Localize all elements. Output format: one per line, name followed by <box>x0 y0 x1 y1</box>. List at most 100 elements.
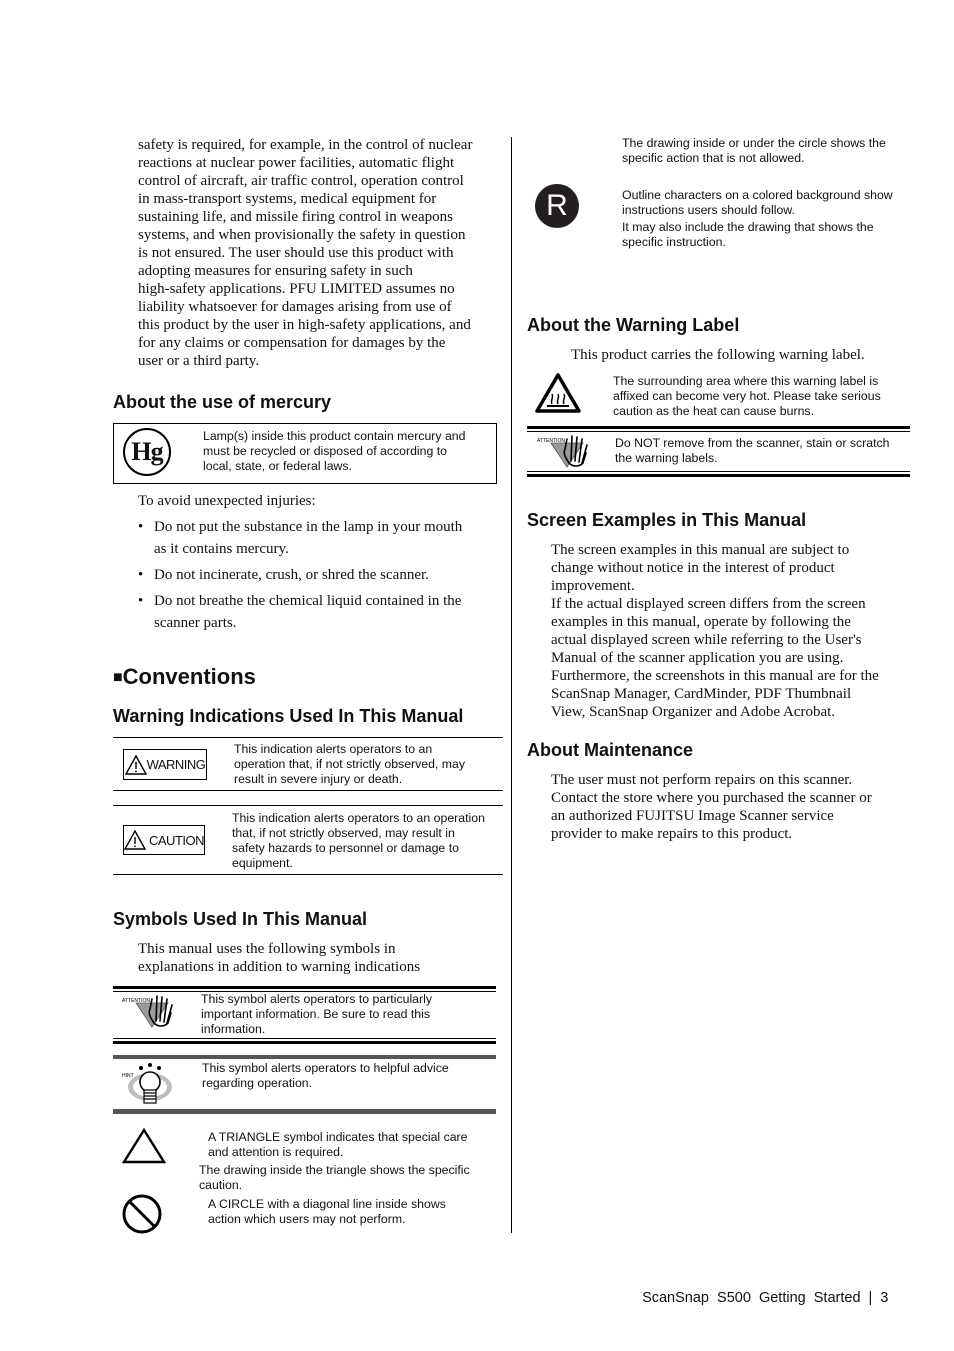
text-line: liability whatsoever for damages arising… <box>138 299 452 315</box>
text-line: This symbol alerts operators to helpful … <box>202 1061 449 1075</box>
rule <box>527 431 910 432</box>
text-line: provider to make repairs to this product… <box>551 826 793 842</box>
text-line: local, state, or federal laws. <box>203 459 352 473</box>
mercury-box: Hg Lamp(s) inside this product contain m… <box>113 423 497 484</box>
square-bullet-icon: ■ <box>113 669 123 686</box>
symbols-intro: This manual uses the following symbols i… <box>138 940 508 976</box>
text-line: safety is required, for example, in the … <box>138 137 473 153</box>
text-line: This symbol alerts operators to particul… <box>201 992 432 1006</box>
mercury-box-text: Lamp(s) inside this product contain merc… <box>203 429 493 474</box>
mercury-bullet-list: Do not put the substance in the lamp in … <box>138 516 508 638</box>
text-line: as it contains mercury. <box>154 541 289 557</box>
text-line: equipment. <box>232 856 293 870</box>
triangle-description: A TRIANGLE symbol indicates that special… <box>208 1130 498 1160</box>
caution-label-box: CAUTION <box>123 825 205 855</box>
text-line: actual displayed screen while referring … <box>551 632 862 648</box>
hg-icon-text: Hg <box>131 437 163 466</box>
text-line: an authorized FUJITSU Image Scanner serv… <box>551 808 834 824</box>
label-attention-description: Do NOT remove from the scanner, stain or… <box>615 436 915 466</box>
mercury-heading: About the use of mercury <box>113 392 332 412</box>
text-line: result in severe injury or death. <box>234 772 403 786</box>
footer-separator: | <box>868 1290 873 1306</box>
label-attention-icon: ATTENTION <box>535 433 595 471</box>
rule <box>113 805 503 806</box>
text-line: This indication alerts operators to an <box>234 742 433 756</box>
prohibition-circle-icon <box>122 1194 162 1234</box>
page-footer: ScanSnap S500 Getting Started | 3 <box>634 1274 888 1306</box>
caution-triangle-icon <box>124 830 146 850</box>
text-line: Do NOT remove from the scanner, stain or… <box>615 436 890 450</box>
text-line: View, ScanSnap Organizer and Adobe Acrob… <box>551 704 836 720</box>
text-line: specific action that is not allowed. <box>622 151 805 165</box>
text-line: Contact the store where you purchased th… <box>551 790 872 806</box>
mercury-bullet: Do not breathe the chemical liquid conta… <box>138 590 508 634</box>
hint-description: This symbol alerts operators to helpful … <box>202 1061 496 1091</box>
symbols-heading: Symbols Used In This Manual <box>113 909 368 929</box>
conventions-heading: ■Conventions <box>113 664 256 690</box>
text-line: adopting measures for ensuring safety in… <box>138 263 413 279</box>
warning-description: This indication alerts operators to an op… <box>234 742 504 787</box>
triangle-followup: The drawing inside the triangle shows th… <box>199 1163 499 1193</box>
text-line: Manual of the scanner application you ar… <box>551 650 844 666</box>
warning-triangle-icon <box>124 754 147 775</box>
intro-paragraph: safety is required, for example, in the … <box>138 136 508 370</box>
rule <box>113 1038 496 1039</box>
text-line: scanner parts. <box>154 615 237 631</box>
text-line: Lamp(s) inside this product contain merc… <box>203 429 466 443</box>
rule <box>113 874 503 875</box>
text-line: The user must not perform repairs on thi… <box>551 772 853 788</box>
circle-followup: The drawing inside or under the circle s… <box>622 136 922 166</box>
text-line: information. <box>201 1022 266 1036</box>
rule <box>113 1055 496 1059</box>
conventions-heading-text: Conventions <box>122 664 256 689</box>
mercury-lead: To avoid unexpected injuries: <box>138 493 316 509</box>
hint-icon: HINT <box>120 1061 176 1107</box>
rule <box>113 1109 496 1114</box>
text-line: change without notice in the interest of… <box>551 560 835 576</box>
page-number: 3 <box>880 1290 889 1306</box>
text-line: important information. Be sure to read t… <box>201 1007 430 1021</box>
rule <box>113 790 503 791</box>
text-line: affixed can become very hot. Please take… <box>613 389 881 403</box>
caution-description: This indication alerts operators to an o… <box>232 811 504 871</box>
maintenance-heading: About Maintenance <box>527 740 694 760</box>
hot-surface-icon <box>535 373 581 413</box>
text-line: Do not breathe the chemical liquid conta… <box>154 593 462 609</box>
text-line: sustaining life, and missile firing cont… <box>138 209 453 225</box>
rule <box>113 1041 496 1044</box>
text-line: A TRIANGLE symbol indicates that special… <box>208 1130 468 1144</box>
text-line: This manual uses the following symbols i… <box>138 941 396 957</box>
rule <box>527 426 910 429</box>
mercury-bullet: Do not incinerate, crush, or shred the s… <box>138 564 508 586</box>
text-line: The drawing inside or under the circle s… <box>622 136 886 150</box>
maintenance-paragraph: The user must not perform repairs on thi… <box>551 771 921 843</box>
attention-icon: ATTENTION <box>120 993 180 1031</box>
warning-indications-heading: Warning Indications Used In This Manual <box>113 706 464 726</box>
text-line: instructions users should follow. <box>622 203 795 217</box>
mercury-hg-icon: Hg <box>123 428 171 476</box>
rule <box>113 737 503 738</box>
text-line: It may also include the drawing that sho… <box>622 220 874 234</box>
warning-label-box: WARNING <box>123 749 207 780</box>
text-line: If the actual displayed screen differs f… <box>551 596 866 612</box>
text-line: specific instruction. <box>622 235 726 249</box>
text-line: caution as the heat can cause burns. <box>613 404 814 418</box>
text-line: is not ensured. The user should use this… <box>138 245 454 261</box>
screen-examples-heading: Screen Examples in This Manual <box>527 510 807 530</box>
triangle-symbol-icon <box>122 1128 166 1164</box>
text-line: examples in this manual, operate by foll… <box>551 614 851 630</box>
text-line: the warning labels. <box>615 451 718 465</box>
text-line: explanations in addition to warning indi… <box>138 959 421 975</box>
rule <box>527 474 910 477</box>
text-line: The drawing inside the triangle shows th… <box>199 1163 470 1177</box>
rule <box>113 986 496 989</box>
text-line: safety hazards to personnel or damage to <box>232 841 459 855</box>
text-line: A CIRCLE with a diagonal line inside sho… <box>208 1197 446 1211</box>
text-line: must be recycled or disposed of accordin… <box>203 444 448 458</box>
text-line: This indication alerts operators to an o… <box>232 811 485 825</box>
text-line: systems, and when provisionally the safe… <box>138 227 466 243</box>
hot-surface-description: The surrounding area where this warning … <box>613 374 913 419</box>
text-line: Furthermore, the screenshots in this man… <box>551 668 879 684</box>
text-line: improvement. <box>551 578 635 594</box>
text-line: and attention is required. <box>208 1145 344 1159</box>
